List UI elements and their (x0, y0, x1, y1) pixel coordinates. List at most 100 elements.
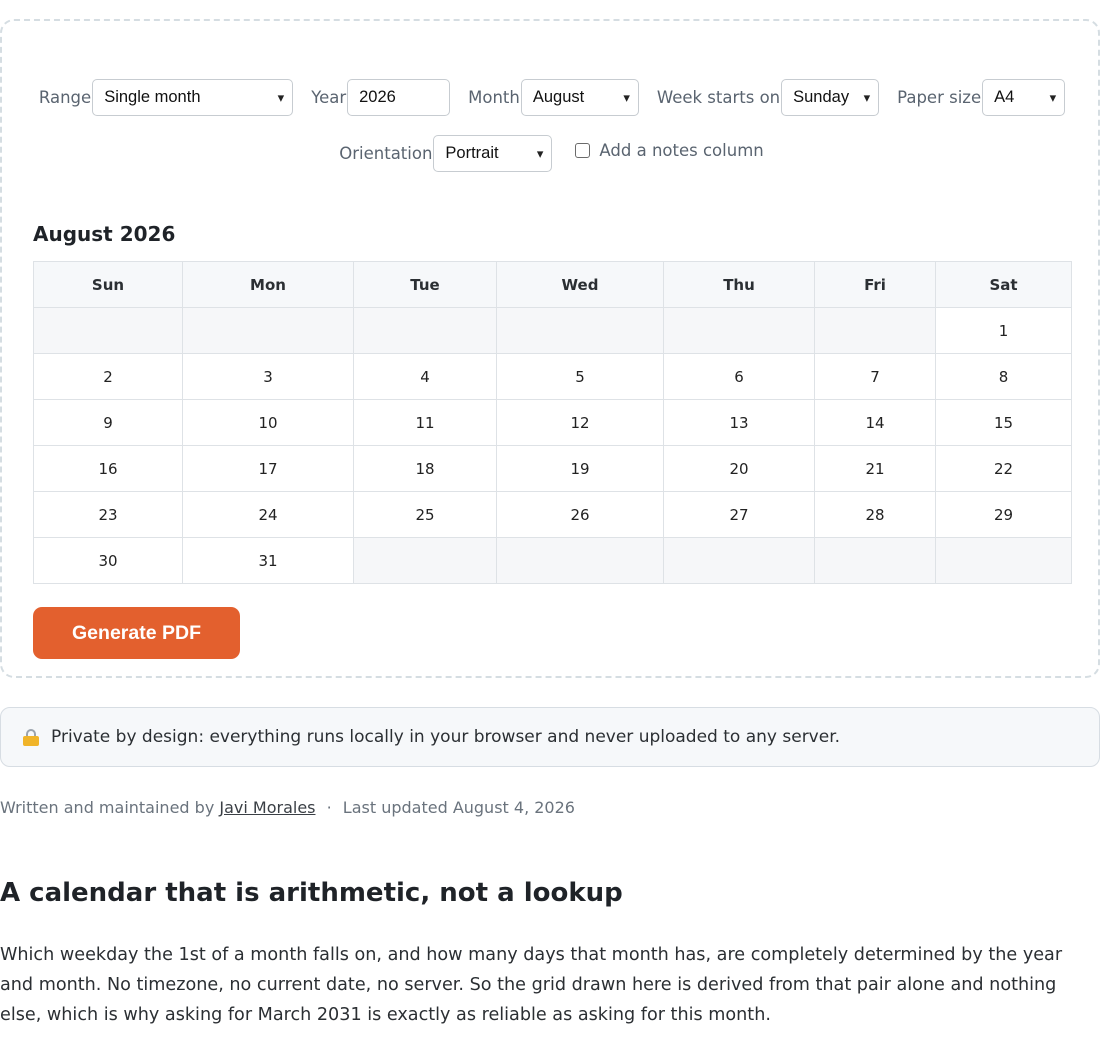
controls-row-primary: Range Single month ▾ Year 2026 Month Aug… (2, 79, 1100, 116)
paper-size-control: Paper size A4 ▾ (897, 79, 1066, 116)
chevron-down-icon: ▾ (277, 89, 285, 105)
day-cell: 14 (814, 399, 936, 446)
day-cell: 19 (496, 445, 664, 492)
chevron-down-icon: ▾ (1049, 89, 1057, 105)
day-cell (353, 537, 497, 584)
article-heading: A calendar that is arithmetic, not a loo… (0, 878, 623, 908)
day-cell: 2 (33, 353, 183, 400)
orientation-control: Orientation Portrait ▾ (339, 135, 553, 172)
week-row: 2 3 4 5 6 7 8 (33, 353, 1072, 400)
week-start-value: Sunday (793, 88, 850, 106)
day-cell: 28 (814, 491, 936, 538)
weekday-header-row: Sun Mon Tue Wed Thu Fri Sat (33, 261, 1072, 308)
day-cell: 26 (496, 491, 664, 538)
day-cell (496, 307, 664, 354)
day-cell (663, 307, 815, 354)
month-label: Month (468, 88, 520, 107)
week-row: 9 10 11 12 13 14 15 (33, 399, 1072, 446)
day-cell: 20 (663, 445, 815, 492)
day-cell (814, 537, 936, 584)
calendar-grid: Sun Mon Tue Wed Thu Fri Sat 1 2 3 4 5 6 … (33, 261, 1072, 584)
byline: Written and maintained by Javi Morales ·… (0, 798, 575, 817)
day-cell: 12 (496, 399, 664, 446)
day-cell: 24 (182, 491, 354, 538)
year-input[interactable]: 2026 (347, 79, 451, 116)
orientation-label: Orientation (339, 144, 433, 163)
byline-prefix: Written and maintained by (0, 798, 215, 817)
week-row: 30 31 (33, 537, 1072, 584)
day-cell: 30 (33, 537, 183, 584)
year-control: Year 2026 (311, 79, 451, 116)
chevron-down-icon: ▾ (863, 89, 871, 105)
paper-size-value: A4 (994, 88, 1015, 106)
day-cell: 23 (33, 491, 183, 538)
paper-size-select[interactable]: A4 ▾ (982, 79, 1066, 116)
range-control: Range Single month ▾ (38, 79, 294, 116)
range-select[interactable]: Single month ▾ (92, 79, 294, 116)
month-control: Month August ▾ (468, 79, 639, 116)
week-row: 16 17 18 19 20 21 22 (33, 445, 1072, 492)
weekday-header: Fri (814, 261, 936, 308)
privacy-text: Private by design: everything runs local… (51, 727, 841, 747)
day-cell: 27 (663, 491, 815, 538)
chevron-down-icon: ▾ (536, 145, 544, 161)
day-cell (935, 537, 1072, 584)
day-cell: 10 (182, 399, 354, 446)
week-row: 23 24 25 26 27 28 29 (33, 491, 1072, 538)
day-cell (182, 307, 354, 354)
month-select[interactable]: August ▾ (520, 79, 639, 116)
day-cell: 29 (935, 491, 1072, 538)
weekday-header: Sun (33, 261, 183, 308)
day-cell: 13 (663, 399, 815, 446)
orientation-value: Portrait (445, 144, 499, 162)
day-cell: 16 (33, 445, 183, 492)
byline-separator: · (326, 798, 332, 817)
day-cell (353, 307, 497, 354)
notes-column-toggle[interactable]: Add a notes column (575, 141, 764, 160)
chevron-down-icon: ▾ (623, 89, 630, 105)
day-cell (814, 307, 936, 354)
week-start-control: Week starts on Sunday ▾ (656, 79, 880, 116)
week-start-select[interactable]: Sunday ▾ (781, 79, 880, 116)
day-cell: 17 (182, 445, 354, 492)
year-value: 2026 (359, 88, 396, 106)
day-cell: 3 (182, 353, 354, 400)
weekday-header: Thu (663, 261, 815, 308)
day-cell: 7 (814, 353, 936, 400)
week-start-label: Week starts on (656, 88, 781, 107)
day-cell: 21 (814, 445, 936, 492)
day-cell (496, 537, 664, 584)
author-link[interactable]: Javi Morales (219, 798, 315, 817)
weekday-header: Mon (182, 261, 354, 308)
calendar-tool-card: Range Single month ▾ Year 2026 Month Aug… (0, 19, 1100, 678)
privacy-notice: Private by design: everything runs local… (0, 707, 1100, 767)
day-cell: 8 (935, 353, 1072, 400)
article-paragraph: Which weekday the 1st of a month falls o… (0, 945, 1063, 1025)
weekday-header: Wed (496, 261, 664, 308)
day-cell (663, 537, 815, 584)
month-value: August (532, 88, 585, 106)
notes-column-checkbox[interactable] (575, 142, 591, 158)
last-updated: Last updated August 4, 2026 (342, 798, 575, 817)
day-cell: 9 (33, 399, 183, 446)
day-cell (33, 307, 183, 354)
day-cell: 18 (353, 445, 497, 492)
weekday-header: Tue (353, 261, 497, 308)
year-label: Year (311, 88, 347, 107)
day-cell: 1 (935, 307, 1072, 354)
day-cell: 11 (353, 399, 497, 446)
orientation-select[interactable]: Portrait ▾ (433, 135, 553, 172)
week-row: 1 (33, 307, 1072, 354)
controls-row-secondary: Orientation Portrait ▾ Add a notes colum… (2, 135, 1100, 172)
day-cell: 5 (496, 353, 664, 400)
weekday-header: Sat (935, 261, 1072, 308)
notes-column-label: Add a notes column (599, 140, 764, 160)
lock-icon (23, 729, 39, 746)
day-cell: 31 (182, 537, 354, 584)
calendar-month-title: August 2026 (33, 222, 176, 246)
generate-pdf-button[interactable]: Generate PDF (33, 607, 240, 659)
day-cell: 22 (935, 445, 1072, 492)
day-cell: 15 (935, 399, 1072, 446)
paper-size-label: Paper size (897, 88, 982, 107)
range-label: Range (38, 88, 92, 107)
